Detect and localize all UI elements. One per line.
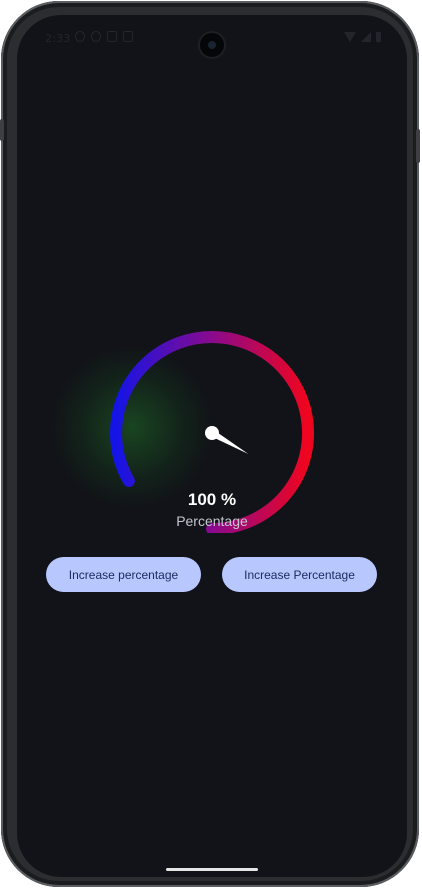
home-indicator[interactable]: [166, 868, 258, 871]
power-button: [0, 119, 4, 141]
increase-percentage-button-left[interactable]: Increase percentage: [46, 557, 201, 592]
system-icons: [344, 32, 381, 42]
sim-icon: [123, 31, 133, 42]
volume-button: [416, 129, 420, 163]
gauge-label: Percentage: [176, 513, 248, 529]
app-screen: 2:33 100 % Percentage Increase percentag…: [17, 15, 407, 877]
signal-icon: [361, 32, 371, 42]
sync-icon: [91, 31, 101, 42]
status-time: 2:33: [45, 32, 71, 45]
phone-frame: 2:33 100 % Percentage Increase percentag…: [0, 1, 420, 887]
wifi-icon: [344, 32, 356, 42]
status-bar: 2:33: [17, 15, 407, 63]
increase-percentage-button-right[interactable]: Increase Percentage: [222, 557, 377, 592]
clock-icon: [75, 31, 85, 42]
front-camera: [200, 33, 224, 57]
gauge-value: 100 %: [187, 490, 237, 509]
gauge-hub: [205, 426, 219, 440]
notification-icon: [107, 31, 117, 42]
battery-icon: [376, 32, 381, 42]
notification-icons: [75, 31, 133, 42]
